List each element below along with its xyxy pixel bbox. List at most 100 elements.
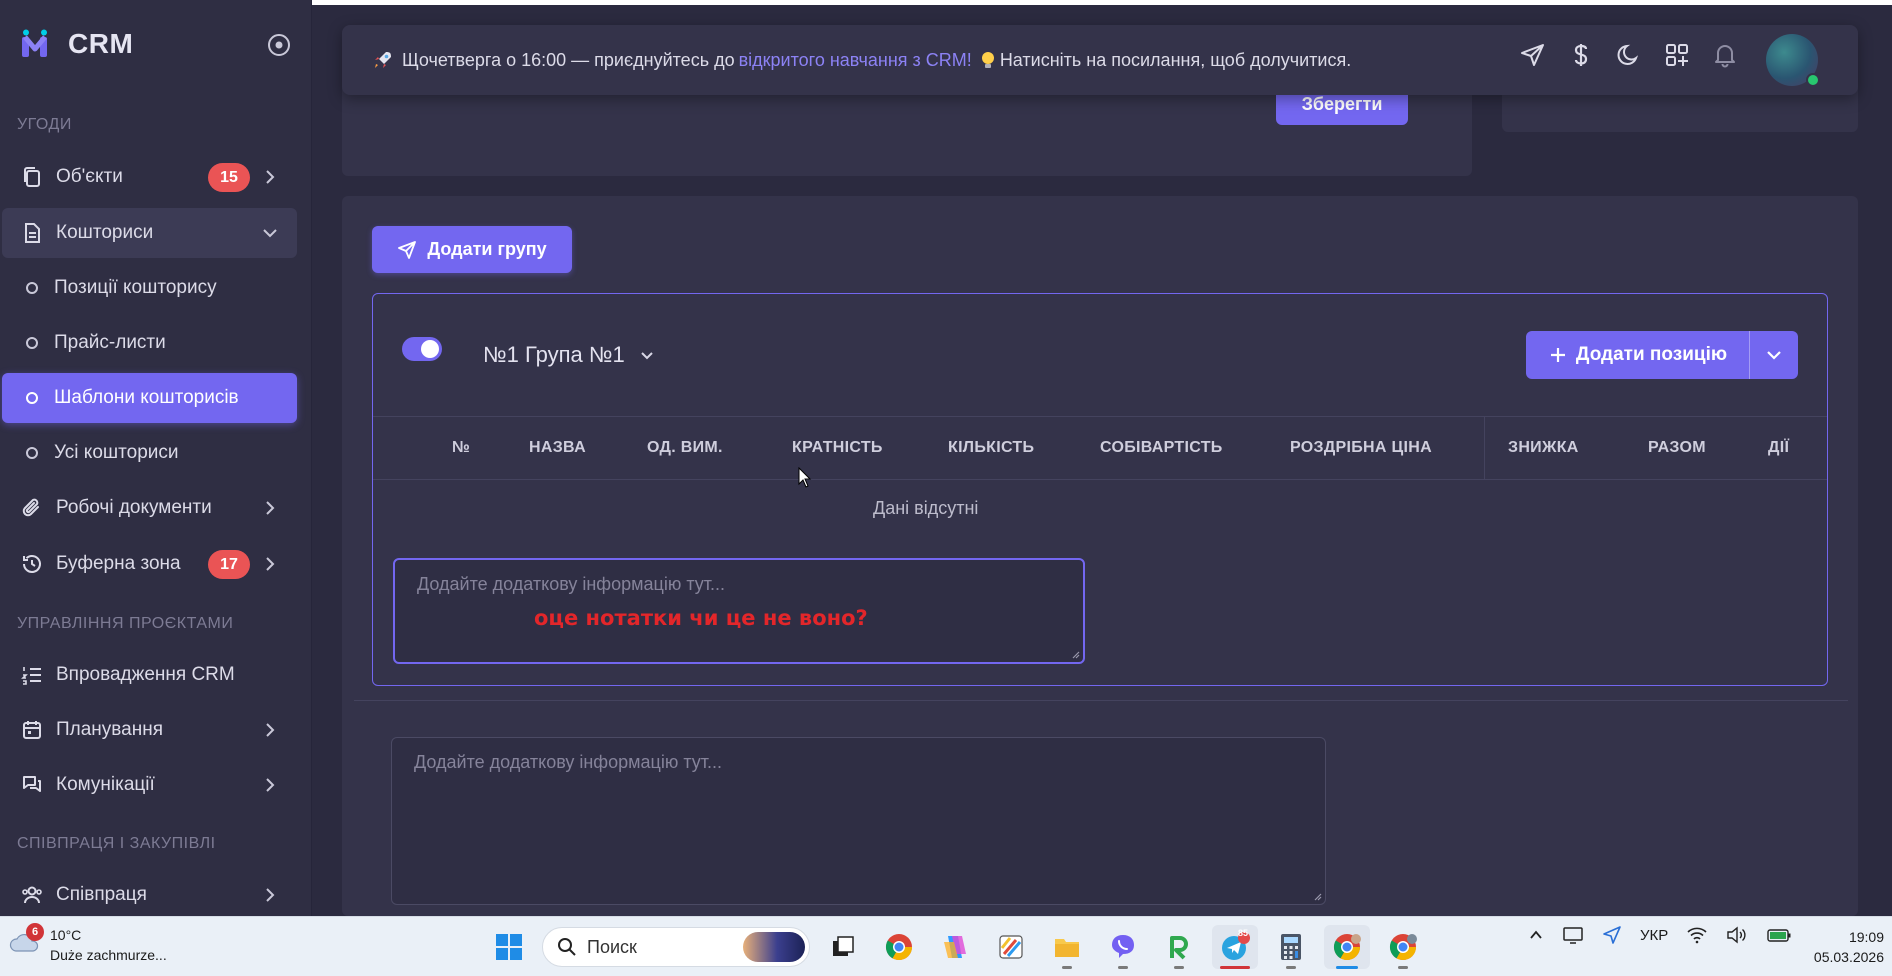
running-indicator [1286, 966, 1296, 969]
sidebar-item-all-estimates[interactable]: Усі кошториси [2, 428, 297, 478]
sidebar-item-label: Усі кошториси [54, 442, 179, 463]
system-clock[interactable]: 19:09 05.03.2026 [1808, 927, 1884, 967]
chevron-right-icon [266, 888, 275, 902]
battery-icon[interactable] [1766, 926, 1792, 944]
sidebar-item-buffer-zone[interactable]: Буферна зона 17 [2, 539, 297, 589]
chevron-up-icon[interactable] [1528, 927, 1544, 943]
copilot-icon[interactable] [932, 925, 978, 969]
taskbar-search[interactable]: Поиск [542, 927, 810, 967]
paperclip-icon [19, 495, 45, 521]
add-position-split-button: Додати позицію [1526, 331, 1798, 379]
plus-icon [1550, 348, 1565, 362]
column-divider [1484, 417, 1485, 479]
sidebar-item-work-documents[interactable]: Робочі документи [2, 483, 297, 533]
cloud-icon: 6 [8, 923, 44, 959]
group-title[interactable]: №1 Група №1 [483, 342, 655, 368]
column-header-total: РАЗОМ [1648, 439, 1706, 456]
language-indicator[interactable]: УКР [1640, 927, 1668, 944]
section-divider [354, 700, 1848, 701]
sidebar-item-estimate-positions[interactable]: Позиції кошторису [2, 263, 297, 313]
search-icon [558, 938, 576, 956]
sidebar-item-cooperation[interactable]: Співпраця [2, 870, 297, 920]
wifi-icon[interactable] [1686, 926, 1708, 944]
chevron-down-icon [1767, 351, 1781, 360]
display-icon[interactable] [1562, 925, 1584, 945]
calculator-icon[interactable] [1268, 925, 1314, 969]
sidebar-item-label: Співпраця [56, 884, 147, 905]
resize-handle-icon[interactable] [1070, 649, 1080, 659]
column-header-multiplicity: КРАТНІСТЬ [792, 439, 883, 456]
add-position-label: Додати позицію [1575, 344, 1728, 365]
top-header: Щочетверга о 16:00 — приєднуйтесь до від… [342, 25, 1858, 95]
app-r-icon[interactable] [1156, 925, 1202, 969]
running-indicator [1398, 966, 1408, 969]
location-arrow-icon[interactable] [1602, 925, 1622, 945]
add-group-button[interactable]: Додати групу [372, 226, 572, 273]
circle-icon [26, 282, 38, 294]
send-icon [398, 240, 417, 259]
training-link[interactable]: відкритого навчання з CRM! [739, 50, 972, 71]
weather-widget[interactable]: 6 10°C Duże zachmurze... [8, 923, 167, 965]
group-title-text: №1 Група №1 [483, 342, 625, 367]
send-icon[interactable] [1518, 40, 1548, 70]
telegram-unread-count: 85 [1238, 928, 1249, 938]
calendar-icon [19, 717, 45, 743]
sidebar-item-price-lists[interactable]: Прайс-листи [2, 318, 297, 368]
chevron-right-icon [266, 557, 275, 571]
chrome-profile-icon[interactable] [1324, 925, 1370, 969]
copy-icon [19, 164, 45, 190]
sidebar-item-label: Комунікації [56, 774, 155, 795]
online-status-dot [1806, 73, 1820, 87]
sidebar-item-label: Буферна зона [56, 553, 181, 574]
volume-icon[interactable] [1726, 926, 1748, 944]
sidebar: CRM УГОДИ Об'єкти 15 Кошториси Позиції к… [0, 0, 312, 916]
add-position-dropdown[interactable] [1750, 331, 1798, 379]
sidebar-item-label: Кошториси [56, 222, 154, 243]
add-position-button[interactable]: Додати позицію [1526, 331, 1750, 379]
weather-description: Duże zachmurze... [50, 947, 167, 963]
bell-icon[interactable] [1710, 40, 1740, 70]
sidebar-item-label: Позиції кошторису [54, 277, 217, 298]
rocket-icon [375, 52, 391, 68]
taskbar-apps: Поиск 85 [486, 925, 1426, 969]
header-actions [1518, 40, 1740, 70]
users-icon [19, 882, 45, 908]
resize-handle-icon[interactable] [1312, 891, 1322, 901]
viber-icon[interactable] [1100, 925, 1146, 969]
task-view-icon[interactable] [820, 925, 866, 969]
column-header-quantity: КІЛЬКІСТЬ [948, 439, 1035, 456]
section-label-projects: УПРАВЛІННЯ ПРОЄКТАМИ [17, 615, 234, 632]
sidebar-item-communications[interactable]: Комунікації [2, 760, 297, 810]
section-label-deals: УГОДИ [17, 116, 72, 133]
chrome-icon[interactable] [876, 925, 922, 969]
section-label-cooperation: СПІВПРАЦЯ І ЗАКУПІВЛІ [17, 835, 216, 852]
dollar-icon[interactable] [1566, 40, 1596, 70]
sidebar-item-planning[interactable]: Планування [2, 705, 297, 755]
empty-table-message: Дані відсутні [873, 498, 979, 518]
column-header-number: № [452, 439, 471, 456]
grid-plus-icon[interactable] [1662, 40, 1692, 70]
estimate-notes-textarea[interactable]: Додайте додаткову інформацію тут... [391, 737, 1326, 905]
chrome-second-profile-icon[interactable] [1380, 925, 1426, 969]
sidebar-item-estimate-templates[interactable]: Шаблони кошторисів [2, 373, 297, 423]
temperature: 10°C [50, 927, 82, 943]
sidebar-item-estimates[interactable]: Кошториси [2, 208, 297, 258]
sidebar-item-objects[interactable]: Об'єкти 15 [2, 152, 297, 202]
telegram-icon[interactable]: 85 [1212, 925, 1258, 969]
chevron-down-icon [641, 352, 653, 360]
column-header-unit: ОД. ВИМ. [647, 439, 723, 456]
crm-logo-icon [22, 29, 47, 57]
chat-bubbles-icon [19, 772, 45, 798]
windows-start-icon[interactable] [486, 925, 532, 969]
brand[interactable]: CRM [20, 26, 133, 62]
table-header: № НАЗВА ОД. ВИМ. КРАТНІСТЬ КІЛЬКІСТЬ СОБ… [373, 416, 1827, 480]
group-toggle[interactable] [402, 337, 442, 361]
file-explorer-icon[interactable] [1044, 925, 1090, 969]
moon-icon[interactable] [1614, 40, 1644, 70]
sidebar-item-label: Робочі документи [56, 497, 212, 518]
sidebar-item-label: Впровадження CRM [56, 664, 235, 685]
sidebar-item-crm-implementation[interactable]: Впровадження CRM [2, 650, 297, 700]
sidebar-collapse-icon[interactable] [266, 32, 292, 58]
objects-count-badge: 15 [208, 163, 250, 192]
paint-icon[interactable] [988, 925, 1034, 969]
